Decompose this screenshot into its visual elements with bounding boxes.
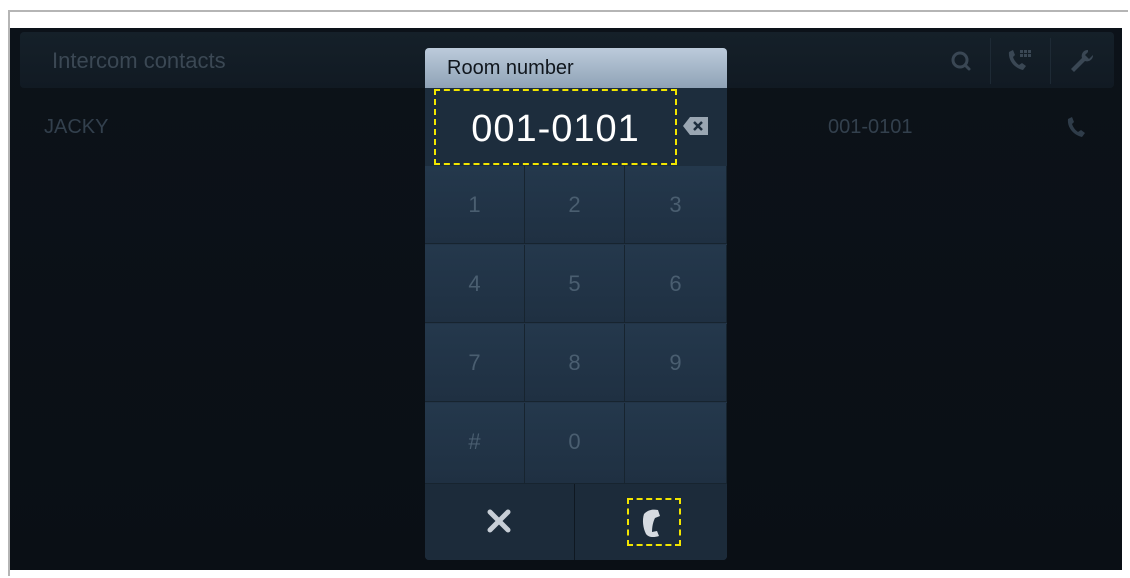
key-label: 7 xyxy=(468,350,481,375)
key-7[interactable]: 7 xyxy=(425,324,525,402)
header-divider xyxy=(1050,38,1051,84)
search-icon[interactable] xyxy=(946,46,976,76)
room-number-dialog: Room number 001-0101 1 2 3 4 5 6 7 8 9 #… xyxy=(425,48,727,560)
key-blank xyxy=(625,403,727,484)
key-label: 3 xyxy=(669,192,682,217)
call-highlight xyxy=(627,498,681,546)
key-label: 0 xyxy=(568,429,581,454)
key-1[interactable]: 1 xyxy=(425,166,525,244)
key-6[interactable]: 6 xyxy=(625,245,727,323)
call-icon[interactable] xyxy=(1062,114,1090,142)
key-label: 9 xyxy=(669,350,682,375)
close-icon xyxy=(487,509,511,533)
dialpad-call-icon[interactable] xyxy=(1004,46,1034,76)
wrench-icon[interactable] xyxy=(1066,46,1096,76)
cancel-button[interactable] xyxy=(425,484,575,560)
key-label: 8 xyxy=(568,350,581,375)
key-3[interactable]: 3 xyxy=(625,166,727,244)
contact-name: JACKY xyxy=(44,116,109,138)
key-0[interactable]: 0 xyxy=(525,403,625,484)
key-2[interactable]: 2 xyxy=(525,166,625,244)
key-label: 2 xyxy=(568,192,581,217)
contact-number: 001-0101 xyxy=(828,116,913,138)
key-label: 4 xyxy=(468,271,481,296)
key-label: # xyxy=(468,429,481,454)
key-label: 1 xyxy=(468,192,481,217)
key-label: 6 xyxy=(669,271,682,296)
key-hash[interactable]: # xyxy=(425,403,525,484)
call-button[interactable] xyxy=(576,484,727,560)
backspace-icon[interactable] xyxy=(681,114,711,138)
dialog-actions xyxy=(425,484,727,560)
dialog-title: Room number xyxy=(447,57,574,79)
header-divider xyxy=(990,38,991,84)
key-4[interactable]: 4 xyxy=(425,245,525,323)
number-display: 001-0101 xyxy=(425,88,727,166)
key-5[interactable]: 5 xyxy=(525,245,625,323)
number-highlight: 001-0101 xyxy=(434,89,677,165)
page-title: Intercom contacts xyxy=(52,48,226,73)
phone-handset-icon xyxy=(642,509,660,538)
key-9[interactable]: 9 xyxy=(625,324,727,402)
dialog-title-bar: Room number xyxy=(425,48,727,88)
entered-number: 001-0101 xyxy=(471,108,640,150)
key-8[interactable]: 8 xyxy=(525,324,625,402)
keypad: 1 2 3 4 5 6 7 8 9 # 0 xyxy=(425,166,727,484)
key-label: 5 xyxy=(568,271,581,296)
